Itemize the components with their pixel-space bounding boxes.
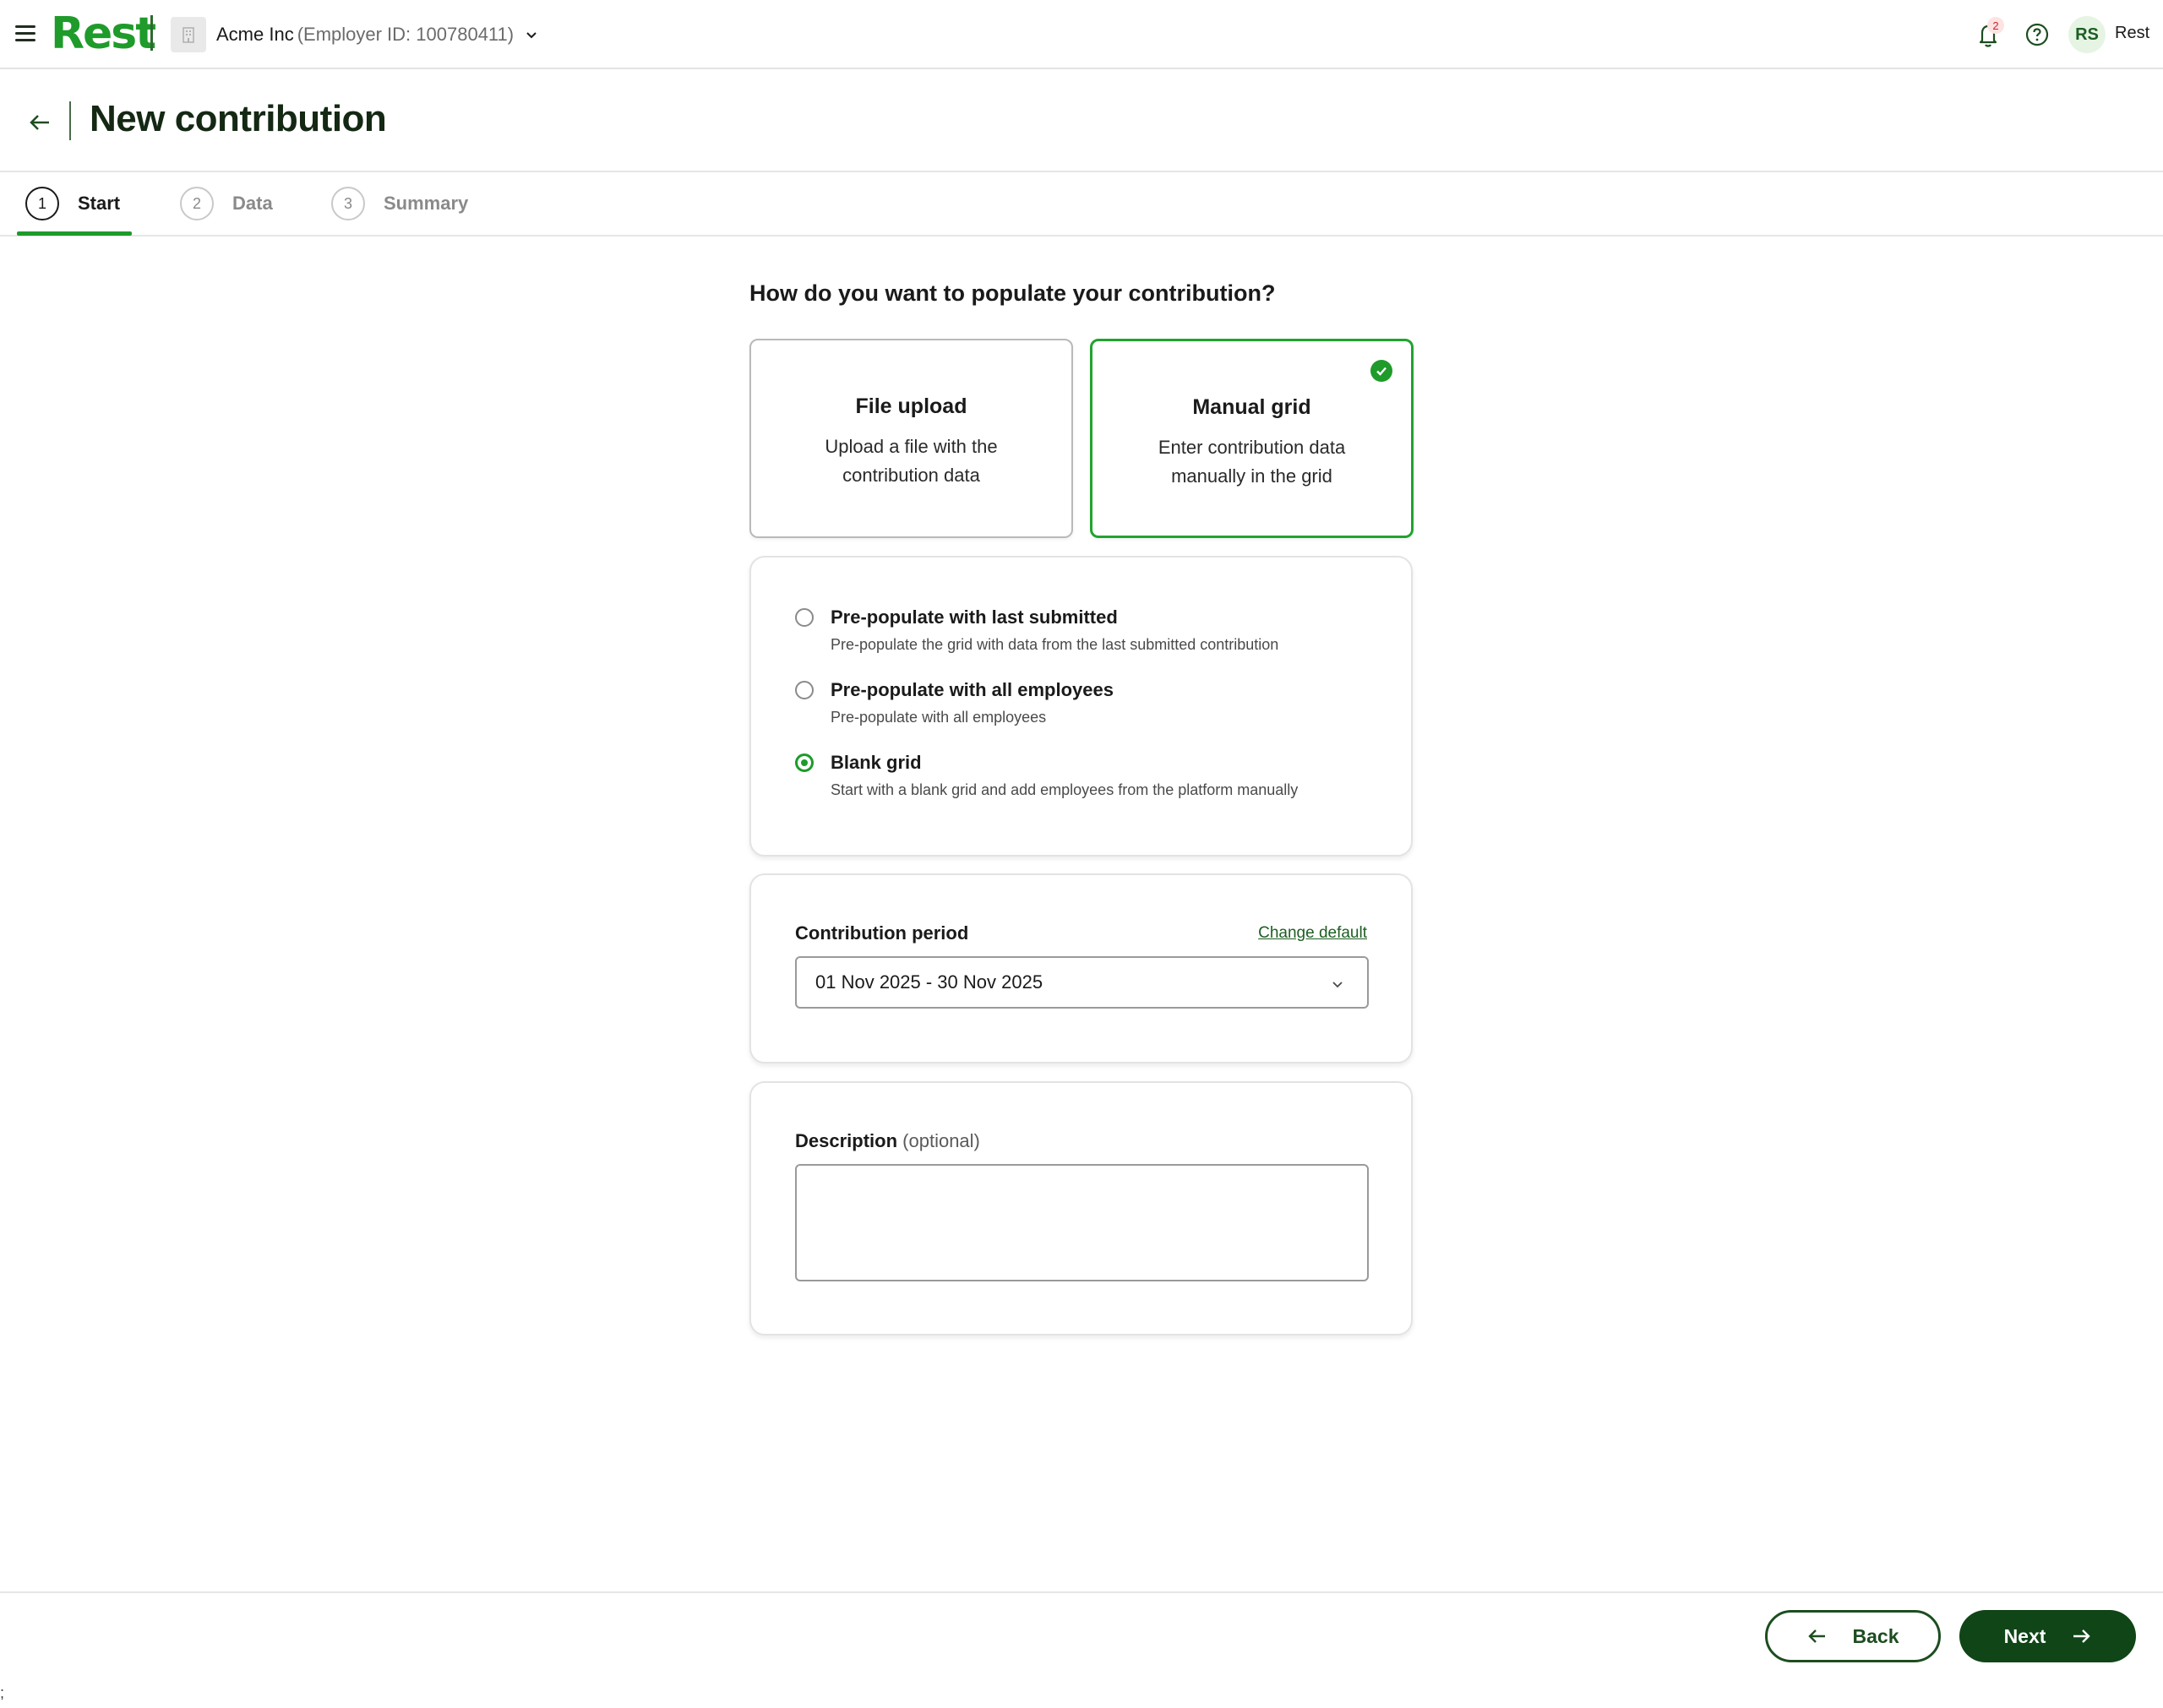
option-title: Pre-populate with last submitted — [831, 607, 1118, 628]
help-icon[interactable] — [2024, 22, 2050, 47]
option-all-employees[interactable]: Pre-populate with all employees Pre-popu… — [795, 676, 1114, 730]
back-button-label: Back — [1852, 1624, 1899, 1647]
grid-options-panel: Pre-populate with last submitted Pre-pop… — [749, 556, 1413, 857]
page-header: New contribution — [0, 69, 2163, 172]
contribution-period-label: Contribution period — [795, 922, 969, 944]
rest-logo[interactable]: Rest — [51, 7, 156, 61]
user-name[interactable]: Rest — [2115, 24, 2149, 43]
radio-button[interactable] — [795, 608, 814, 627]
chevron-down-icon — [526, 32, 537, 39]
option-description: Pre-populate with all employees — [831, 709, 1047, 726]
description-panel: Description (optional) — [749, 1081, 1413, 1335]
description-label: Description (optional) — [795, 1130, 980, 1152]
description-textarea[interactable] — [795, 1164, 1369, 1281]
change-default-link[interactable]: Change default — [1258, 924, 1367, 943]
option-title: Pre-populate with all employees — [831, 679, 1114, 700]
back-button[interactable]: Back — [1765, 1610, 1941, 1662]
step-label: Summary — [384, 193, 469, 214]
employer-id: (Employer ID: 100780411) — [297, 24, 515, 45]
method-description: Enter contribution data manually in the … — [1158, 437, 1346, 487]
step-number: 2 — [180, 187, 214, 220]
manual-grid-card[interactable]: Manual grid Enter contribution data manu… — [1090, 339, 1414, 538]
radio-button[interactable] — [795, 681, 814, 699]
hamburger-menu-icon[interactable] — [15, 24, 37, 43]
method-description: Upload a file with the contribution data — [825, 436, 998, 486]
employer-switcher[interactable]: Acme Inc (Employer ID: 100780411) — [171, 17, 539, 52]
step-label: Start — [78, 193, 121, 214]
arrow-left-icon — [1807, 1629, 1825, 1643]
user-avatar[interactable]: RS — [2068, 16, 2106, 53]
step-data[interactable]: 2 Data — [180, 186, 273, 221]
step-number: 3 — [331, 187, 365, 220]
radio-button-selected[interactable] — [795, 753, 814, 772]
active-step-indicator — [17, 231, 132, 236]
step-start[interactable]: 1 Start — [25, 186, 120, 221]
footer-actions: Back Next — [0, 1591, 2163, 1708]
contribution-period-select[interactable]: 01 Nov 2025 - 30 Nov 2025 — [795, 956, 1369, 1009]
contribution-period-panel: Contribution period Change default 01 No… — [749, 873, 1413, 1063]
progress-stepper: 1 Start 2 Data 3 Summary — [0, 174, 2163, 237]
populate-question-heading: How do you want to populate your contrib… — [749, 280, 1276, 306]
step-number: 1 — [25, 187, 59, 220]
option-blank-grid[interactable]: Blank grid Start with a blank grid and a… — [795, 748, 1298, 802]
chevron-down-icon — [1332, 982, 1343, 988]
step-summary[interactable]: 3 Summary — [331, 186, 468, 221]
option-description: Start with a blank grid and add employee… — [831, 781, 1299, 798]
check-circle-icon — [1370, 360, 1392, 382]
method-title: File upload — [855, 394, 967, 418]
top-navigation-bar: Rest Acme Inc (Employer ID: 100780411) 2… — [0, 0, 2163, 69]
option-title: Blank grid — [831, 752, 922, 773]
notification-count-badge: 2 — [1987, 17, 2004, 34]
page-title: New contribution — [90, 98, 387, 139]
option-last-submitted[interactable]: Pre-populate with last submitted Pre-pop… — [795, 603, 1278, 657]
optional-label: (optional) — [902, 1130, 980, 1151]
building-icon — [171, 17, 206, 52]
employer-name: Acme Inc — [216, 24, 294, 45]
next-button-label: Next — [2003, 1624, 2046, 1647]
selected-period-value: 01 Nov 2025 - 30 Nov 2025 — [815, 971, 1043, 993]
title-divider — [69, 101, 71, 140]
option-description: Pre-populate the grid with data from the… — [831, 636, 1279, 653]
next-button[interactable]: Next — [1959, 1610, 2136, 1662]
description-label-text: Description — [795, 1130, 898, 1151]
method-title: Manual grid — [1192, 395, 1311, 419]
logo-divider — [150, 15, 153, 51]
step-label: Data — [232, 193, 273, 214]
back-arrow-icon[interactable] — [27, 110, 52, 135]
stray-text: ; — [0, 1684, 5, 1701]
arrow-right-icon — [2073, 1629, 2091, 1643]
file-upload-card[interactable]: File upload Upload a file with the contr… — [749, 339, 1073, 538]
